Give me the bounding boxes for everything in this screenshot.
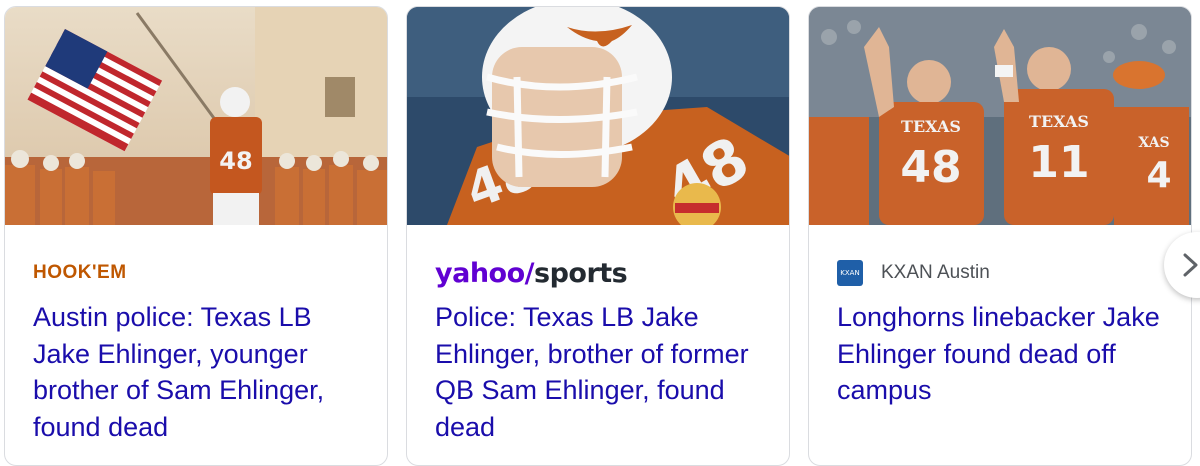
sports-wordmark: sports — [534, 257, 628, 289]
player-helmet-closeup-image: 48 48 — [407, 7, 789, 225]
source-kxan: KXAN KXAN Austin — [837, 259, 990, 287]
card-headline[interactable]: Austin police: Texas LB Jake Ehlinger, y… — [33, 299, 363, 445]
card-headline[interactable]: Longhorns linebacker Jake Ehlinger found… — [837, 299, 1167, 409]
card-headline[interactable]: Police: Texas LB Jake Ehlinger, brother … — [435, 299, 765, 445]
player-with-flag-image: 48 — [5, 7, 387, 225]
kxan-logo: KXAN — [837, 260, 863, 286]
svg-text:11: 11 — [1028, 137, 1089, 188]
yahoo-wordmark: yahoo — [435, 257, 525, 289]
yahoo-sports-logo: yahoo/sports — [435, 257, 628, 289]
news-card-kxan[interactable]: TEXAS 48 TEXAS 11 XAS 4 KXAN KXAN Austin… — [808, 6, 1192, 466]
yahoo-slash: / — [524, 257, 535, 289]
svg-text:TEXAS: TEXAS — [901, 117, 961, 136]
players-celebrating-image: TEXAS 48 TEXAS 11 XAS 4 — [809, 7, 1191, 225]
svg-text:48: 48 — [900, 142, 961, 193]
source-yahoo-sports: yahoo/sports — [435, 257, 628, 289]
svg-text:TEXAS: TEXAS — [1029, 112, 1089, 131]
card-thumbnail: TEXAS 48 TEXAS 11 XAS 4 — [809, 7, 1191, 225]
card-thumbnail: 48 48 — [407, 7, 789, 225]
hookem-logo: HOOK'EM — [33, 262, 127, 283]
svg-text:48: 48 — [219, 147, 252, 175]
source-hookem: HOOK'EM — [33, 259, 128, 287]
kxan-source-name: KXAN Austin — [881, 262, 990, 283]
news-card-yahoo-sports[interactable]: 48 48 yahoo/sports Police: Texas LB Jake… — [406, 6, 790, 466]
svg-text:4: 4 — [1146, 155, 1171, 196]
news-card-hookem[interactable]: 48 HOOK'EM Austin police: Texas LB Jake … — [4, 6, 388, 466]
card-thumbnail: 48 — [5, 7, 387, 225]
svg-text:XAS: XAS — [1138, 135, 1169, 151]
chevron-right-icon — [1183, 253, 1198, 277]
